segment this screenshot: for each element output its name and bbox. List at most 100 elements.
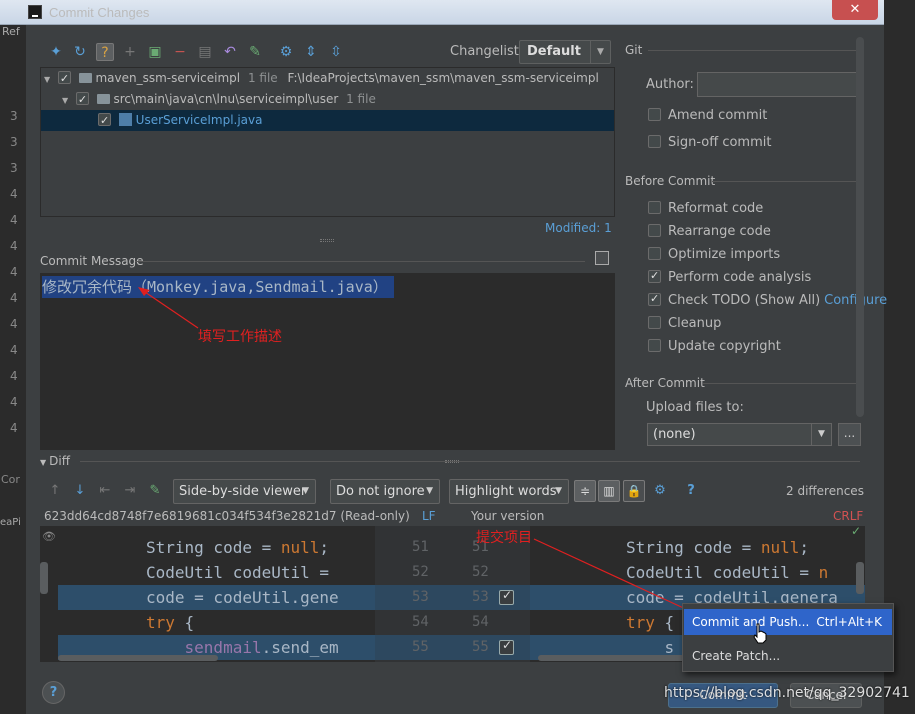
- eye-icon[interactable]: 👁: [42, 530, 56, 543]
- expand-arrow-icon[interactable]: ▼: [62, 90, 72, 111]
- code-text: code = codeUtil.gene: [146, 588, 339, 607]
- sign-off-commit-option[interactable]: Sign-off commit: [648, 134, 771, 152]
- before-commit-checkbox[interactable]: [648, 267, 661, 285]
- java-file-icon: [118, 113, 132, 126]
- viewer-mode-select[interactable]: Side-by-side viewer ▼: [173, 479, 316, 504]
- changed-files-tree: ▼ maven_ssm-serviceimpl 1 file F:\IdeaPr…: [40, 67, 615, 217]
- highlight-select[interactable]: Highlight words ▼: [449, 479, 569, 504]
- before-commit-option[interactable]: Rearrange code: [648, 223, 771, 241]
- before-commit-checkbox[interactable]: [648, 201, 661, 214]
- before-commit-option[interactable]: Update copyright: [648, 338, 781, 356]
- viewer-mode-value: Side-by-side viewer: [179, 484, 307, 499]
- next-difference-icon[interactable]: ↓: [72, 483, 88, 499]
- prev-difference-icon[interactable]: ↑: [47, 483, 63, 499]
- tree-row-package[interactable]: ▼ src\main\java\cn\lnu\serviceimpl\user …: [41, 89, 614, 110]
- before-commit-option-label: Rearrange code: [668, 224, 771, 239]
- before-commit-checkbox[interactable]: [648, 339, 661, 352]
- diff-section-header[interactable]: ▼ Diff: [40, 454, 70, 468]
- code-text: {: [174, 613, 195, 632]
- chevron-down-icon: ▼: [555, 486, 562, 496]
- left-line-separator[interactable]: LF: [422, 509, 436, 523]
- include-change-checkbox[interactable]: [499, 588, 514, 605]
- left-vscroll[interactable]: [40, 562, 48, 594]
- changelist-select[interactable]: Default ▼: [519, 40, 611, 64]
- collapse-arrow-icon[interactable]: ▼: [40, 458, 46, 467]
- help-button[interactable]: ?: [42, 681, 65, 704]
- right-panel-scrollbar[interactable]: [856, 37, 864, 417]
- module-folder-icon: [78, 73, 92, 83]
- lock-icon[interactable]: 🔒: [623, 480, 645, 502]
- collapse-all-icon[interactable]: ⇳: [327, 43, 345, 61]
- no-problems-icon: ✓: [851, 524, 862, 538]
- author-input[interactable]: [697, 72, 858, 97]
- expand-all-icon[interactable]: ⇕: [302, 43, 320, 61]
- commit-and-push-item[interactable]: Commit and Push... Ctrl+Alt+K: [684, 609, 892, 635]
- jump-to-source-icon[interactable]: ▤: [196, 43, 214, 61]
- splitter-handle[interactable]: [320, 239, 334, 242]
- upload-files-select[interactable]: (none) ▼: [647, 423, 832, 446]
- commit-message-history-icon[interactable]: [595, 251, 609, 265]
- file-checkbox[interactable]: [98, 110, 111, 131]
- left-diff-line[interactable]: CodeUtil codeUtil =: [58, 560, 375, 585]
- rollback-icon[interactable]: ↶: [221, 43, 239, 61]
- sign-off-commit-checkbox[interactable]: [648, 135, 661, 148]
- right-line-number: 52: [472, 564, 489, 580]
- diff-help-icon[interactable]: ?: [683, 483, 699, 499]
- tree-row-file[interactable]: UserServiceImpl.java: [41, 110, 614, 131]
- left-hscroll[interactable]: [58, 655, 218, 661]
- add-icon[interactable]: +: [121, 43, 139, 61]
- modified-count: Modified: 1: [545, 221, 612, 235]
- refresh-icon[interactable]: ↻: [71, 43, 89, 61]
- close-button[interactable]: ✕: [832, 0, 878, 20]
- prev-file-icon[interactable]: ⇤: [97, 483, 113, 499]
- left-line-number: 52: [412, 564, 429, 580]
- include-change-checkbox[interactable]: [499, 638, 514, 655]
- before-commit-option[interactable]: Optimize imports: [648, 246, 780, 264]
- annotation-submit-project: 提交项目: [476, 530, 532, 546]
- bg-line-number: 4: [10, 239, 18, 253]
- right-vscroll[interactable]: [856, 562, 864, 594]
- bg-line-number: 3: [10, 135, 18, 149]
- show-diff-icon[interactable]: ?: [96, 43, 114, 61]
- package-folder-icon: [96, 94, 110, 104]
- before-commit-option[interactable]: Check TODO (Show All)Configure: [648, 290, 887, 310]
- before-commit-option[interactable]: Cleanup: [648, 315, 721, 333]
- left-diff-line[interactable]: String code = null;: [58, 535, 375, 560]
- before-commit-option[interactable]: Perform code analysis: [648, 267, 811, 287]
- move-to-changelist-icon[interactable]: ✦: [47, 43, 65, 61]
- next-file-icon[interactable]: ⇥: [122, 483, 138, 499]
- before-commit-checkbox[interactable]: [648, 316, 661, 329]
- remove-icon[interactable]: −: [171, 43, 189, 61]
- sync-scroll-icon[interactable]: ▥: [598, 480, 620, 502]
- collapse-unchanged-icon[interactable]: ≑: [574, 480, 596, 502]
- tree-row-module[interactable]: ▼ maven_ssm-serviceimpl 1 file F:\IdeaPr…: [41, 68, 614, 89]
- edit-source-icon[interactable]: ✎: [147, 483, 163, 499]
- amend-commit-option[interactable]: Amend commit: [648, 107, 767, 125]
- upload-more-button[interactable]: ...: [838, 423, 861, 446]
- chevron-down-icon: ▼: [811, 424, 831, 445]
- bg-side-label: Cor: [1, 473, 20, 486]
- before-commit-checkbox[interactable]: [648, 290, 661, 308]
- whitespace-select[interactable]: Do not ignore ▼: [330, 479, 440, 504]
- before-commit-checkbox[interactable]: [648, 224, 661, 237]
- left-diff-line[interactable]: try {: [58, 610, 375, 635]
- create-patch-label: Create Patch...: [692, 649, 781, 663]
- commit-message-textarea[interactable]: [40, 273, 615, 450]
- create-patch-item[interactable]: Create Patch...: [684, 643, 892, 669]
- section-divider: [648, 50, 856, 51]
- expand-arrow-icon[interactable]: ▼: [44, 69, 54, 90]
- right-hscroll[interactable]: [538, 655, 688, 661]
- right-line-separator[interactable]: CRLF: [833, 509, 863, 523]
- diff-settings-icon[interactable]: ⚙: [652, 483, 668, 499]
- module-checkbox[interactable]: [57, 68, 71, 89]
- package-checkbox[interactable]: [75, 89, 89, 110]
- before-commit-checkbox[interactable]: [648, 247, 661, 260]
- group-icon[interactable]: ▣: [146, 43, 164, 61]
- amend-commit-checkbox[interactable]: [648, 108, 661, 121]
- shelve-icon[interactable]: ✎: [246, 43, 264, 61]
- left-diff-line[interactable]: code = codeUtil.gene: [58, 585, 375, 610]
- before-commit-option[interactable]: Reformat code: [648, 200, 763, 218]
- settings-icon[interactable]: ⚙: [277, 43, 295, 61]
- splitter-handle[interactable]: [445, 460, 459, 463]
- changelist-label: Changelist:: [450, 44, 524, 59]
